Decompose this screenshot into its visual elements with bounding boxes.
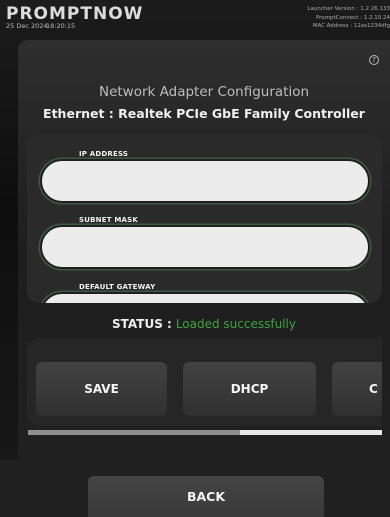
header-bar: PROMPTNOW 25 Dec 2024 18:20:15 Launcher … <box>0 0 390 34</box>
horizontal-scrollbar[interactable] <box>28 430 382 435</box>
ip-address-label: IP ADDRESS <box>79 150 129 158</box>
network-form: IP ADDRESS SUBNET MASK DEFAULT GATEWAY <box>27 133 382 303</box>
scrollbar-thumb[interactable] <box>28 430 241 435</box>
current-time: 18:20:15 <box>46 22 76 30</box>
status-value: Loaded successfully <box>175 317 296 331</box>
status-line: STATUS : Loaded successfully <box>18 317 390 331</box>
launcher-version: Launcher Version : 1.2.26.133 <box>307 6 390 12</box>
save-button[interactable]: SAVE <box>36 362 167 416</box>
third-action-button[interactable]: C <box>332 362 382 416</box>
subnet-mask-input[interactable] <box>40 225 370 269</box>
version-info: Launcher Version : 1.2.26.133 PromptConn… <box>240 5 390 31</box>
page-title: Network Adapter Configuration <box>98 84 310 100</box>
promptconnect-version: PromptConnect : 1.2.10.24 <box>315 14 390 21</box>
current-date: 25 Dec 2024 <box>6 22 48 30</box>
dhcp-button[interactable]: DHCP <box>183 362 316 416</box>
ip-address-input[interactable] <box>40 159 370 203</box>
default-gateway-input[interactable] <box>40 292 370 303</box>
adapter-name: Ethernet : Realtek PCIe GbE Family Contr… <box>43 106 365 121</box>
status-label: STATUS : <box>112 317 172 331</box>
action-button-row[interactable]: SAVE DHCP C <box>27 338 382 426</box>
mac-address: MAC Address : 12as1234dfg <box>312 23 390 30</box>
back-button[interactable]: BACK <box>88 476 324 517</box>
default-gateway-label: DEFAULT GATEWAY <box>79 283 156 291</box>
brand-logo: PROMPTNOW <box>6 4 144 24</box>
help-circle-icon[interactable]: ? <box>369 55 379 65</box>
subnet-mask-label: SUBNET MASK <box>79 216 138 224</box>
